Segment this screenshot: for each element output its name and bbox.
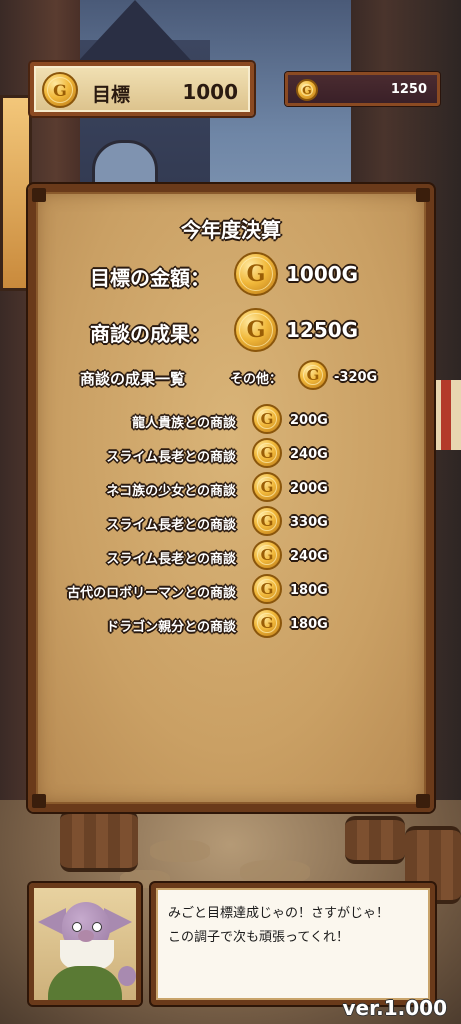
coin-icon: G [252, 438, 282, 468]
deal-value: 240G [290, 447, 328, 462]
stone [150, 840, 210, 862]
result-row: 商談の成果： G 1250G [36, 308, 426, 354]
coin-icon: G [234, 308, 278, 352]
coin-icon: G [234, 252, 278, 296]
deal-row: 古代のロボリーマンとの商談 G 180G [36, 574, 426, 606]
deal-value: 200G [290, 481, 328, 496]
background-roof [70, 0, 200, 70]
result-value: 1250G [286, 318, 359, 342]
other-value: -320G [334, 370, 378, 385]
coin-glyph: G [260, 614, 274, 632]
panel-corner [416, 188, 430, 202]
deal-row: スライム長老との商談 G 330G [36, 506, 426, 538]
coin-glyph: G [260, 410, 274, 428]
version-label: ver.1.000 [342, 996, 447, 1020]
other-label: その他： [230, 372, 283, 387]
goblin-hand [118, 966, 136, 986]
coin-glyph: G [53, 80, 67, 100]
goblin-body [48, 966, 122, 1000]
deal-label: 龍人貴族との商談 [132, 416, 236, 431]
target-amount-value: 1000G [286, 262, 359, 286]
target-label: 目標 [92, 84, 131, 106]
deal-row: ネコ族の少女との商談 G 200G [36, 472, 426, 504]
deal-label: スライム長老との商談 [106, 450, 236, 465]
deal-value: 180G [290, 583, 328, 598]
panel-corner [32, 794, 46, 808]
deal-label: スライム長老との商談 [106, 518, 236, 533]
money-value: 1250 [390, 82, 427, 97]
coin-icon: G [296, 79, 318, 101]
barrel [60, 810, 138, 872]
coin-glyph: G [260, 580, 274, 598]
coin-stack-icon: G [42, 72, 78, 108]
goblin-nose [78, 930, 94, 942]
deal-value: 240G [290, 549, 328, 564]
coin-icon: G [298, 360, 328, 390]
target-amount-label: 目標の金額： [90, 266, 210, 290]
deal-row: スライム長老との商談 G 240G [36, 438, 426, 470]
dialog-box[interactable]: みごと目標達成じゃの！さすがじゃ！ この調子で次も頑張ってくれ！ [151, 883, 435, 1005]
goblin-eye [92, 922, 102, 932]
coin-glyph: G [260, 478, 274, 496]
character-portrait [29, 883, 141, 1005]
deal-value: 200G [290, 413, 328, 428]
coin-glyph: G [306, 366, 320, 384]
deal-value: 180G [290, 617, 328, 632]
deal-label: スライム長老との商談 [106, 552, 236, 567]
coin-icon: G [252, 574, 282, 604]
coin-icon: G [252, 540, 282, 570]
coin-glyph: G [246, 317, 266, 343]
coin-glyph: G [246, 261, 266, 287]
deal-row: ドラゴン親分との商談 G 180G [36, 608, 426, 640]
settlement-panel: 今年度決算 目標の金額： G 1000G 商談の成果： G 1250G 商談の成… [28, 184, 434, 812]
dialog-text: みごと目標達成じゃの！さすがじゃ！ この調子で次も頑張ってくれ！ [168, 906, 390, 945]
barrel [345, 816, 405, 864]
deal-list-header: 商談の成果一覧 [80, 370, 186, 388]
panel-title: 今年度決算 [181, 218, 281, 242]
coin-icon: G [252, 472, 282, 502]
coin-glyph: G [260, 546, 274, 564]
money-display: G 1250 [285, 72, 440, 106]
target-amount-row: 目標の金額： G 1000G [36, 252, 426, 298]
coin-icon: G [252, 506, 282, 536]
coin-glyph: G [260, 444, 274, 462]
panel-corner [32, 188, 46, 202]
result-label: 商談の成果： [90, 322, 210, 346]
deal-value: 330G [290, 515, 328, 530]
coin-icon: G [252, 608, 282, 638]
coin-glyph: G [302, 83, 312, 97]
deal-label: ドラゴン親分との商談 [106, 620, 236, 635]
deal-label: 古代のロボリーマンとの商談 [67, 586, 236, 601]
deal-label: ネコ族の少女との商談 [106, 484, 236, 499]
stone [240, 860, 310, 884]
deal-row: 龍人貴族との商談 G 200G [36, 404, 426, 436]
target-display: G 目標 1000 [30, 62, 254, 116]
deal-row: スライム長老との商談 G 240G [36, 540, 426, 572]
coin-glyph: G [260, 512, 274, 530]
panel-corner [416, 794, 430, 808]
coin-icon: G [252, 404, 282, 434]
target-value: 1000 [182, 80, 238, 104]
